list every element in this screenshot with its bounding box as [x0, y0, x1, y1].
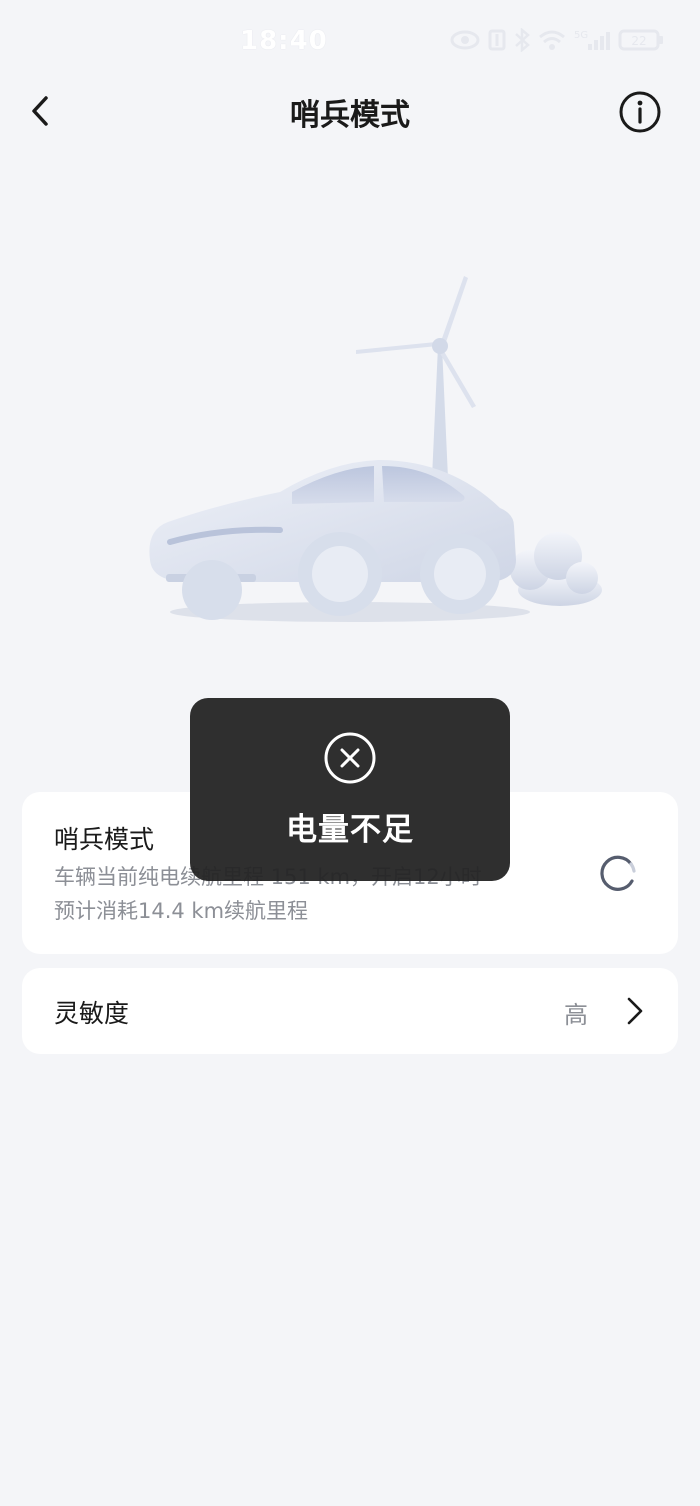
bluetooth-icon — [515, 28, 530, 52]
sentry-mode-title: 哨兵模式 — [54, 825, 155, 854]
status-bar: 18:40 5G 22 — [0, 0, 700, 80]
close-circle-icon — [324, 732, 376, 784]
sensitivity-label: 灵敏度 — [54, 999, 130, 1028]
network-label: 5G — [574, 30, 588, 41]
sensitivity-row[interactable]: 灵敏度 高 — [22, 968, 678, 1054]
battery-icon: 22 — [618, 29, 663, 51]
header: 哨兵模式 — [0, 80, 700, 144]
status-time: 18:40 — [240, 26, 328, 56]
eye-icon — [450, 30, 480, 50]
battery-level: 22 — [631, 34, 646, 48]
wifi-icon — [539, 30, 565, 50]
info-icon[interactable] — [618, 90, 662, 134]
chevron-right-icon — [627, 997, 643, 1025]
car-icon — [149, 460, 516, 620]
sensitivity-value: 高 — [564, 1001, 588, 1029]
nfc-icon — [488, 29, 506, 51]
cloud-icon — [510, 532, 602, 606]
signal-icon: 5G — [574, 30, 610, 50]
toast: 电量不足 — [190, 698, 510, 881]
status-icons: 5G 22 — [450, 28, 664, 52]
car-illustration — [149, 276, 602, 622]
loading-spinner-icon[interactable] — [598, 853, 638, 893]
wind-turbine-icon — [356, 276, 476, 478]
toast-message: 电量不足 — [286, 812, 414, 848]
page-title: 哨兵模式 — [290, 98, 410, 133]
